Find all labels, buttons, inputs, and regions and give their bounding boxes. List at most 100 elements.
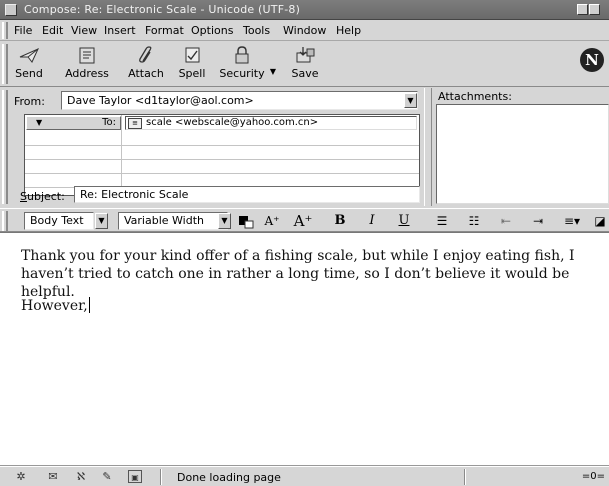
attach-label: Attach [128, 67, 164, 80]
address-button[interactable]: Address [62, 45, 112, 83]
navigator-icon[interactable]: ✲ [14, 470, 28, 483]
menu-insert[interactable]: Insert [104, 24, 136, 37]
underline-button[interactable]: U [394, 211, 414, 231]
address-label: Address [65, 67, 109, 80]
address-card-icon: ≡ [128, 118, 142, 129]
menu-view[interactable]: View [71, 24, 97, 37]
align-button[interactable]: ≡▾ [560, 211, 584, 231]
recipient-list[interactable]: ▼ To: ≡ scale <webscale@yahoo.com.cn> [24, 114, 420, 196]
subject-value: Re: Electronic Scale [80, 188, 189, 201]
indent-icon: ⇥ [532, 214, 544, 228]
security-dropdown-arrow[interactable]: ▼ [270, 67, 276, 76]
mail-icon[interactable]: ✉ [46, 470, 60, 483]
recipient-type-label: To: [102, 117, 116, 128]
window-title: Compose: Re: Electronic Scale - Unicode … [24, 3, 301, 16]
address-book-icon[interactable]: ▣ [128, 470, 142, 483]
insert-object-icon: ◪ [594, 214, 606, 228]
menu-help[interactable]: Help [336, 24, 361, 37]
bullet-list-icon: ☰ [436, 214, 448, 228]
status-separator [464, 469, 466, 485]
insert-object-button[interactable]: ◪ [592, 211, 608, 231]
save-icon [296, 47, 315, 63]
recipient-row: ▼ To: ≡ scale <webscale@yahoo.com.cn> [25, 115, 419, 132]
align-icon: ≡▾ [563, 214, 581, 228]
recipient-address-field[interactable]: ≡ scale <webscale@yahoo.com.cn> [125, 116, 417, 130]
from-label: From: [14, 95, 45, 108]
toolbar-grip[interactable] [2, 44, 8, 84]
send-button[interactable]: Send [12, 45, 46, 83]
menu-window[interactable]: Window [283, 24, 326, 37]
minimize-button[interactable] [577, 4, 588, 15]
paragraph-style-value: Body Text [30, 214, 84, 227]
maximize-button[interactable] [589, 4, 600, 15]
message-body-editor[interactable]: Thank you for your kind offer of a fishi… [0, 232, 609, 466]
menu-options[interactable]: Options [191, 24, 233, 37]
lock-icon [235, 46, 249, 64]
bold-button[interactable]: B [330, 211, 350, 231]
subject-label: Subject: [20, 190, 65, 203]
paragraph-style-select[interactable]: Body Text [24, 212, 94, 230]
body-paragraph: Thank you for your kind offer of a fishi… [21, 248, 575, 300]
text-cursor [88, 297, 90, 313]
subject-field[interactable]: Re: Electronic Scale [74, 186, 420, 203]
outdent-button[interactable]: ⇤ [496, 211, 516, 231]
menu-edit[interactable]: Edit [42, 24, 63, 37]
header-splitter[interactable] [424, 88, 432, 206]
bullet-list-button[interactable]: ☰ [432, 211, 452, 231]
recipient-type-select[interactable]: ▼ To: [26, 116, 121, 130]
window-titlebar: Compose: Re: Electronic Scale - Unicode … [0, 0, 609, 20]
body-paragraph-2: However, [21, 297, 90, 315]
from-dropdown-button[interactable]: ▼ [404, 93, 417, 108]
save-label: Save [291, 67, 319, 80]
attachments-label: Attachments: [438, 90, 512, 103]
font-value: Variable Width [124, 214, 204, 227]
outdent-icon: ⇤ [500, 214, 512, 228]
attach-button[interactable]: Attach [126, 45, 166, 83]
status-bar: ✲ ✉ ℵ ✎ ▣ Done loading page =0= [0, 466, 609, 486]
recipient-empty-row[interactable] [25, 161, 419, 174]
chevron-down-icon: ▼ [36, 118, 43, 127]
window-menu-icon[interactable] [5, 4, 17, 16]
text-color-icon [239, 215, 254, 228]
spell-label: Spell [178, 67, 206, 80]
menubar-grip[interactable] [2, 22, 8, 39]
larger-font-icon: A⁺ [293, 212, 313, 230]
status-separator [160, 469, 162, 485]
security-button[interactable]: Security ▼ [218, 45, 276, 83]
menubar: File Edit View Insert Format Options Too… [0, 20, 609, 41]
edit-pencil-icon[interactable]: ✎ [100, 470, 114, 483]
increase-font-size-button[interactable]: A⁺ [292, 211, 314, 231]
italic-button[interactable]: I [362, 211, 382, 231]
indent-button[interactable]: ⇥ [528, 211, 548, 231]
composer-icon[interactable]: ℵ [74, 470, 88, 483]
font-dropdown[interactable]: ▼ [218, 213, 231, 229]
body-paragraph-text: However, [21, 298, 88, 314]
spell-button[interactable]: Spell [176, 45, 208, 83]
address-book-icon [79, 47, 95, 64]
font-select[interactable]: Variable Width [118, 212, 228, 230]
status-text: Done loading page [177, 471, 281, 484]
menu-format[interactable]: Format [145, 24, 184, 37]
header-grip[interactable] [2, 90, 8, 204]
format-toolbar-grip[interactable] [2, 211, 8, 231]
recipient-address: scale <webscale@yahoo.com.cn> [146, 117, 319, 128]
save-button[interactable]: Save [288, 45, 322, 83]
recipient-empty-row[interactable] [25, 133, 419, 146]
numbered-list-button[interactable]: ☷ [464, 211, 484, 231]
decrease-font-size-button[interactable]: A⁺ [262, 211, 282, 231]
smaller-font-icon: A⁺ [264, 214, 280, 228]
menu-file[interactable]: File [14, 24, 32, 37]
send-icon [19, 48, 40, 63]
send-label: Send [15, 67, 43, 80]
spellcheck-icon [185, 47, 200, 63]
from-field[interactable]: Dave Taylor <d1taylor@aol.com> [61, 91, 418, 110]
menu-tools[interactable]: Tools [243, 24, 270, 37]
paperclip-icon [139, 46, 152, 63]
text-color-button[interactable] [236, 211, 256, 231]
paragraph-style-dropdown[interactable]: ▼ [95, 213, 108, 229]
security-label: Security [219, 67, 265, 80]
recipient-empty-row[interactable] [25, 147, 419, 160]
attachments-list[interactable] [436, 104, 609, 204]
online-status-icon[interactable]: =0= [582, 471, 605, 482]
netscape-logo[interactable]: N [580, 48, 604, 72]
